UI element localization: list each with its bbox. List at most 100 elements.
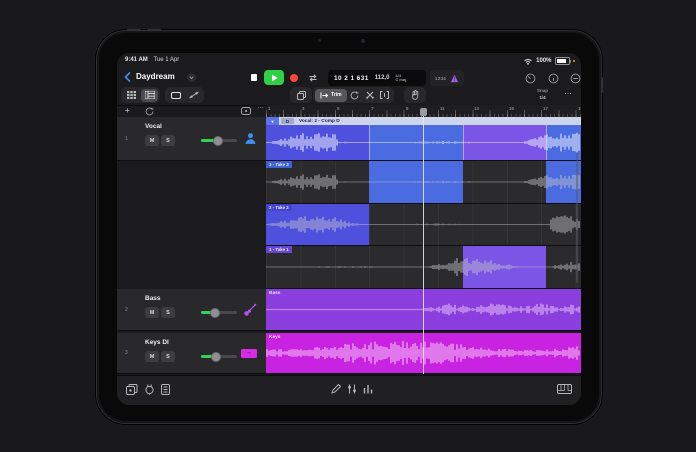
copy-icon[interactable] [296, 90, 306, 100]
bottom-toolbar [117, 375, 581, 405]
gesture-tool-group [404, 87, 426, 103]
plugins-icon[interactable] [144, 384, 155, 395]
battery-icon [554, 57, 571, 65]
rotate-icon [350, 90, 359, 99]
status-time-date: 9:41 AM Tue 1 Apr [125, 57, 179, 63]
grid-view-button[interactable] [123, 89, 140, 102]
count-in-button[interactable]: 1234 [435, 76, 446, 81]
snap-control[interactable]: Snap 1/4 [537, 88, 548, 101]
volume-slider[interactable] [201, 351, 237, 362]
mute-button[interactable]: M [145, 351, 159, 362]
vocalist-icon [245, 133, 256, 144]
track-name: Vocal [145, 123, 162, 130]
record-button[interactable] [286, 70, 302, 85]
regions-mode-button[interactable] [167, 89, 184, 102]
split-tool-button[interactable] [363, 89, 377, 102]
lcd-playhead-position: 10 2 1 631 [334, 74, 369, 82]
slider-knob[interactable] [210, 307, 220, 318]
ipad-device-frame: 9:41 AM Tue 1 Apr 100% Daydream 10 2 1 6… [96, 29, 603, 424]
piano-keyboard-icon[interactable] [557, 384, 572, 394]
lcd-display[interactable]: 10 2 1 631 112,0 4/4 C maj [328, 70, 426, 86]
library-icon[interactable] [126, 384, 138, 395]
volume-slider[interactable] [201, 135, 237, 146]
takes-disclosure-button[interactable]: ▼ [266, 117, 279, 125]
grid-view-icon [127, 91, 136, 99]
track-header-bass[interactable]: 2 Bass M S [117, 289, 266, 331]
minimize-icon[interactable] [570, 73, 581, 84]
region-icon [170, 91, 181, 99]
take2-label[interactable]: 2 - Take 2 [266, 204, 292, 211]
automation-icon [188, 91, 199, 99]
automation-mode-button[interactable] [185, 89, 202, 102]
track-header-vocal[interactable]: 1 Vocal M S [117, 117, 266, 161]
add-track-button[interactable]: + [125, 106, 130, 115]
mixer-faders-icon[interactable] [347, 384, 357, 394]
keys-badge-icon: ≡≡ [241, 348, 257, 358]
count-in-metronome-group: 1234 [430, 70, 464, 86]
lcd-tempo: 112,0 [374, 75, 390, 81]
volume-slider[interactable] [201, 307, 237, 318]
chevron-down-icon [189, 76, 194, 79]
back-chevron-icon[interactable] [124, 72, 131, 82]
power-button [601, 77, 603, 93]
bass-region-label: Bass [269, 290, 281, 296]
slider-knob[interactable] [211, 351, 221, 362]
pencil-edit-icon[interactable] [331, 384, 341, 394]
info-icon[interactable] [548, 73, 559, 84]
join-tool-button[interactable] [378, 89, 392, 102]
track-list-more-button[interactable]: … [257, 103, 265, 110]
tracks-view-icon [144, 91, 155, 99]
clock-icon[interactable] [525, 73, 536, 84]
status-bar: 9:41 AM Tue 1 Apr 100% [117, 55, 581, 66]
trim-icon [320, 92, 328, 98]
cycle-button[interactable] [305, 70, 321, 85]
solo-button[interactable]: S [161, 135, 175, 146]
edit-tools-group: Trim [313, 87, 394, 103]
take3-label[interactable]: 3 - Take 3 [266, 161, 292, 168]
play-button[interactable] [264, 70, 284, 85]
tracks-view-button[interactable] [141, 88, 158, 102]
track-number: 2 [125, 306, 128, 313]
more-options-button[interactable]: … [564, 87, 573, 96]
volume-up-button [127, 29, 141, 31]
project-menu-button[interactable] [187, 73, 196, 82]
track-number: 1 [125, 135, 128, 142]
meters-icon[interactable] [363, 384, 373, 394]
fade-tool-button[interactable] [348, 89, 362, 102]
hand-gesture-icon[interactable] [411, 90, 420, 100]
track-list-header: + … [117, 103, 266, 117]
copy-tool-group [290, 87, 312, 103]
trim-tool-button[interactable]: Trim [315, 88, 347, 102]
status-time: 9:41 AM [125, 57, 148, 63]
track-header-keys[interactable]: 3 Keys DI M S ≡≡ [117, 333, 266, 374]
playhead-line[interactable] [423, 109, 424, 374]
track-number: 3 [125, 350, 128, 356]
front-camera-icon [318, 39, 321, 42]
status-date: Tue 1 Apr [153, 57, 180, 63]
camera-lens-icon [361, 39, 365, 43]
track-name: Bass [145, 295, 161, 302]
playhead-handle[interactable] [420, 108, 427, 116]
vertical-scrollbar[interactable] [576, 153, 578, 283]
mic-active-indicator [572, 59, 575, 63]
lcd-key: C maj [395, 77, 407, 82]
split-scissors-icon [365, 91, 374, 99]
mute-button[interactable]: M [145, 307, 159, 318]
bass-guitar-icon [244, 303, 257, 316]
solo-button[interactable]: S [161, 307, 175, 318]
metronome-icon[interactable] [450, 74, 459, 83]
comp-selector[interactable]: D [281, 118, 294, 124]
project-title[interactable]: Daydream [136, 72, 175, 81]
take1-label[interactable]: 1 - Take 1 [266, 246, 292, 253]
battery-percent: 100% [536, 58, 552, 64]
wifi-icon [524, 58, 532, 65]
logic-pro-screen: 9:41 AM Tue 1 Apr 100% Daydream 10 2 1 6… [117, 53, 581, 405]
inspector-list-icon[interactable] [161, 384, 170, 395]
mute-button[interactable]: M [145, 135, 159, 146]
stop-button[interactable] [246, 70, 262, 85]
track-header-config-icon[interactable] [241, 107, 251, 115]
track-cycle-icon[interactable] [145, 107, 154, 116]
comp-region-title: Vocal: 2 - Comp D [299, 118, 340, 124]
solo-button[interactable]: S [161, 351, 175, 362]
slider-knob[interactable] [213, 135, 223, 146]
